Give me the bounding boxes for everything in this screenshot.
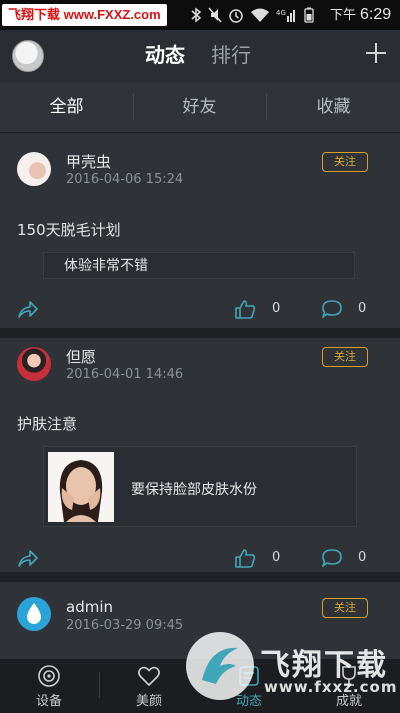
comment-icon[interactable] xyxy=(321,299,343,319)
comment-count: 0 xyxy=(358,550,367,565)
post-avatar[interactable] xyxy=(17,347,51,381)
time-period: 下午 xyxy=(330,7,357,22)
post-image[interactable] xyxy=(48,452,114,522)
post-title: 150天脱毛计划 xyxy=(17,221,121,239)
share-icon[interactable] xyxy=(17,548,39,568)
like-icon[interactable] xyxy=(234,299,256,319)
subtab-friends[interactable]: 好友 xyxy=(133,82,266,132)
tab-feed[interactable]: 动态 xyxy=(145,42,185,68)
wifi-icon xyxy=(251,8,269,22)
clock: 6:29 xyxy=(360,6,392,23)
nav-separator xyxy=(99,672,100,698)
post-username[interactable]: 但愿 xyxy=(66,346,96,367)
post-date: 2016-03-29 09:45 xyxy=(66,618,184,633)
svg-text:4G: 4G xyxy=(276,9,286,17)
like-icon[interactable] xyxy=(234,548,256,568)
post-username[interactable]: 甲壳虫 xyxy=(66,151,111,172)
heart-icon xyxy=(138,666,160,686)
device-icon xyxy=(38,665,60,687)
post-title: 护肤注意 xyxy=(17,415,78,433)
post-date: 2016-04-06 15:24 xyxy=(66,172,184,187)
alarm-icon xyxy=(229,9,243,23)
watermark-badge: 飞翔下载 www.FXXZ.com xyxy=(2,4,167,26)
post-divider xyxy=(0,572,400,582)
post-username[interactable]: admin xyxy=(66,598,113,616)
subtab-all[interactable]: 全部 xyxy=(0,82,133,132)
follow-button[interactable]: 关注 xyxy=(322,152,368,172)
post-body: 体验非常不错 xyxy=(43,252,355,279)
status-time: 下午 6:29 xyxy=(330,6,391,24)
water-drop-icon xyxy=(27,603,41,624)
like-count: 0 xyxy=(272,550,281,565)
nav-label: 设备 xyxy=(35,694,62,709)
4g-signal-icon: 4G xyxy=(276,9,295,22)
post-avatar[interactable] xyxy=(17,152,51,186)
post-divider xyxy=(0,328,400,338)
user-avatar[interactable] xyxy=(12,40,44,72)
status-icons: 4G xyxy=(190,6,314,24)
bluetooth-icon xyxy=(191,7,202,23)
nav-device[interactable]: 设备 xyxy=(4,660,94,712)
battery-icon xyxy=(304,7,314,23)
follow-button[interactable]: 关注 xyxy=(322,598,368,618)
follow-button[interactable]: 关注 xyxy=(322,347,368,367)
tab-ranking[interactable]: 排行 xyxy=(211,42,251,68)
like-count: 0 xyxy=(272,301,281,316)
post-date: 2016-04-01 14:46 xyxy=(66,367,184,382)
brand-watermark: 飞翔下载 www.fxxz.com xyxy=(180,618,400,712)
comment-count: 0 xyxy=(358,301,367,316)
top-header xyxy=(0,30,400,82)
mute-icon xyxy=(208,7,222,23)
share-icon[interactable] xyxy=(17,299,39,319)
watermark-url: www.fxxz.com xyxy=(264,678,398,696)
plus-icon[interactable] xyxy=(364,38,388,68)
comment-icon[interactable] xyxy=(321,548,343,568)
post-body: 要保持脸部皮肤水份 xyxy=(131,482,257,498)
post-avatar[interactable] xyxy=(17,597,51,631)
subtab-favorites[interactable]: 收藏 xyxy=(267,82,400,132)
